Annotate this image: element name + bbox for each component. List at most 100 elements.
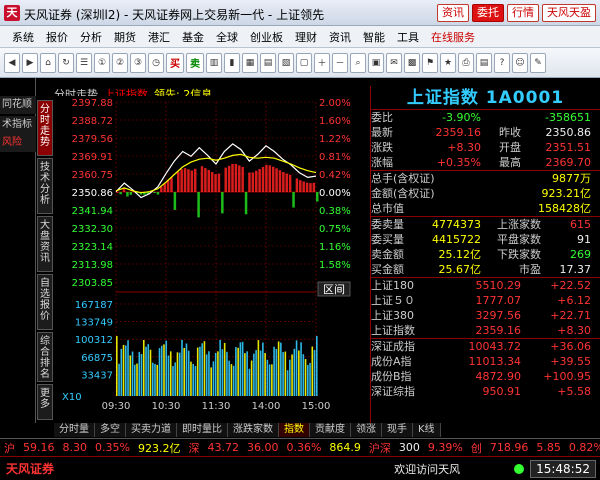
tab-index[interactable]: 指数 <box>279 423 310 437</box>
order-row[interactable]: 委买量 4415722 平盘家数 91 <box>371 232 600 247</box>
stat-row[interactable]: 涨幅 +0.35% 最高 2369.70 <box>371 155 600 170</box>
bid-ratio-row[interactable]: 委比 -3.90% -358651 <box>371 110 600 125</box>
volume-row[interactable]: 金额(含权证) 923.21亿 <box>371 186 600 201</box>
f1-icon[interactable]: ① <box>94 52 110 73</box>
period-label[interactable]: 区间 <box>323 283 345 296</box>
f2-icon[interactable]: ② <box>112 52 128 73</box>
menu-hk[interactable]: 港汇 <box>142 29 176 45</box>
vtab-more[interactable]: 更多 <box>37 384 53 420</box>
kline-icon[interactable]: ▮ <box>224 52 240 73</box>
quote-button[interactable]: 行情 <box>507 4 539 22</box>
volume-row[interactable]: 总手(含权证) 9877万 <box>371 171 600 186</box>
menu-tools[interactable]: 工具 <box>391 29 425 45</box>
volume-bar <box>295 340 298 396</box>
volume-bar <box>230 364 233 396</box>
volume-bar <box>183 347 186 396</box>
timeshare-chart[interactable]: 2397.88 2388.72 2379.56 2369.91 2360.75 2350.… <box>54 96 354 421</box>
tab-kline[interactable]: K线 <box>413 423 441 437</box>
flow-bar <box>261 166 265 193</box>
home-icon[interactable]: ⌂ <box>40 52 56 73</box>
tab-long-short[interactable]: 多空 <box>95 423 126 437</box>
tab-volume-ratio[interactable]: 即时量比 <box>177 423 228 437</box>
sh-index-row[interactable]: 上证５０ 1777.07 +6.12 <box>371 293 600 308</box>
tab-leaders[interactable]: 领涨 <box>351 423 382 437</box>
crumb-ths[interactable]: 同花顺 <box>0 96 36 114</box>
stat-value: +8.30 <box>447 141 481 154</box>
flow-bar <box>160 186 163 193</box>
index-price: 11013.34 <box>468 355 522 368</box>
vtab-watchlist[interactable]: 自选报价 <box>37 274 53 330</box>
menu-online-service[interactable]: 在线服务 <box>425 29 481 45</box>
crumb-risk[interactable]: 风险 <box>0 134 36 152</box>
buy-button[interactable]: 买 <box>166 52 184 73</box>
tab-contribution[interactable]: 贡献度 <box>310 423 351 437</box>
sz-index-row[interactable]: 成份A指 11013.34 +39.55 <box>371 354 600 369</box>
chart-icon[interactable]: ▥ <box>206 52 222 73</box>
menu-quote[interactable]: 报价 <box>40 29 74 45</box>
refresh-icon[interactable]: ↻ <box>58 52 74 73</box>
help-icon[interactable]: ? <box>494 52 510 73</box>
tab-volume[interactable]: 分时量 <box>54 423 95 437</box>
menu-fund[interactable]: 基金 <box>176 29 210 45</box>
crumb-indicators[interactable]: 术指标 <box>0 116 36 134</box>
tab-buy-sell-power[interactable]: 买卖力道 <box>126 423 177 437</box>
menu-system[interactable]: 系统 <box>6 29 40 45</box>
vtab-timeshare[interactable]: 分时走势 <box>37 100 53 156</box>
wrench-icon[interactable]: ✎ <box>530 52 546 73</box>
sh-index-row[interactable]: 上证指数 2359.16 +8.30 <box>371 323 600 338</box>
menu-global[interactable]: 全球 <box>210 29 244 45</box>
sell-button[interactable]: 卖 <box>186 52 204 73</box>
ticker-sz-label: 深 <box>188 441 200 455</box>
menu-info[interactable]: 资讯 <box>323 29 357 45</box>
menu-gem[interactable]: 创业板 <box>244 29 289 45</box>
sh-index-row[interactable]: 上证380 3297.56 +22.71 <box>371 308 600 323</box>
flag-icon[interactable]: ⚑ <box>422 52 438 73</box>
star-icon[interactable]: ★ <box>440 52 456 73</box>
tab-trades[interactable]: 现手 <box>382 423 413 437</box>
vtab-market-info[interactable]: 大盘资讯 <box>37 216 53 272</box>
window-icon[interactable]: ▢ <box>296 52 312 73</box>
tianfeng-button[interactable]: 天风天盈 <box>542 4 596 22</box>
calc-icon[interactable]: ▤ <box>476 52 492 73</box>
print-icon[interactable]: ⎙ <box>458 52 474 73</box>
menu-futures[interactable]: 期货 <box>108 29 142 45</box>
list-icon[interactable]: ☰ <box>76 52 92 73</box>
menu-finance[interactable]: 理财 <box>289 29 323 45</box>
order-row[interactable]: 卖金额 25.12亿 下跌家数 269 <box>371 247 600 262</box>
menu-analysis[interactable]: 分析 <box>74 29 108 45</box>
zoom-in-icon[interactable]: ＋ <box>314 52 330 73</box>
order-row[interactable]: 委卖量 4774373 上涨家数 615 <box>371 217 600 232</box>
order-row[interactable]: 买金额 25.67亿 市盈 17.37 <box>371 262 600 277</box>
news-button[interactable]: 资讯 <box>437 4 469 22</box>
search-icon[interactable]: ⌕ <box>350 52 366 73</box>
back-icon[interactable]: ◀ <box>4 52 20 73</box>
user-icon[interactable]: ☺ <box>512 52 528 73</box>
tab-adv-decl[interactable]: 涨跌家数 <box>228 423 279 437</box>
order-value: 4415722 <box>432 233 481 246</box>
sz-index-row[interactable]: 深证综指 950.91 +5.58 <box>371 384 600 399</box>
volume-row[interactable]: 总市值 158428亿 <box>371 201 600 216</box>
menu-smart[interactable]: 智能 <box>357 29 391 45</box>
zoom-out-icon[interactable]: － <box>332 52 348 73</box>
volume-bar <box>194 366 197 396</box>
vtab-ranking[interactable]: 综合排名 <box>37 332 53 382</box>
volume-bar <box>275 348 278 396</box>
vtab-technical[interactable]: 技术分析 <box>37 158 53 214</box>
clock-icon[interactable]: ◷ <box>148 52 164 73</box>
market-ticker[interactable]: 沪 59.16 8.30 0.35% 923.2亿 深 43.72 36.00 … <box>0 438 600 456</box>
sz-index-row[interactable]: 深证成指 10043.72 +36.06 <box>371 339 600 354</box>
grid-icon[interactable]: ▤ <box>260 52 276 73</box>
sz-index-row[interactable]: 成份B指 4872.90 +100.95 <box>371 369 600 384</box>
bar-icon[interactable]: ▦ <box>242 52 258 73</box>
table-icon[interactable]: ▧ <box>278 52 294 73</box>
flow-bar <box>292 192 295 208</box>
stat-row[interactable]: 涨跌 +8.30 开盘 2351.51 <box>371 140 600 155</box>
news-icon[interactable]: ▩ <box>404 52 420 73</box>
stat-row[interactable]: 最新 2359.16 昨收 2350.86 <box>371 125 600 140</box>
f3-icon[interactable]: ③ <box>130 52 146 73</box>
mail-icon[interactable]: ✉ <box>386 52 402 73</box>
forward-icon[interactable]: ▶ <box>22 52 38 73</box>
tile-icon[interactable]: ▣ <box>368 52 384 73</box>
sh-index-row[interactable]: 上证180 5510.29 +22.52 <box>371 278 600 293</box>
order-button[interactable]: 委托 <box>472 4 504 22</box>
